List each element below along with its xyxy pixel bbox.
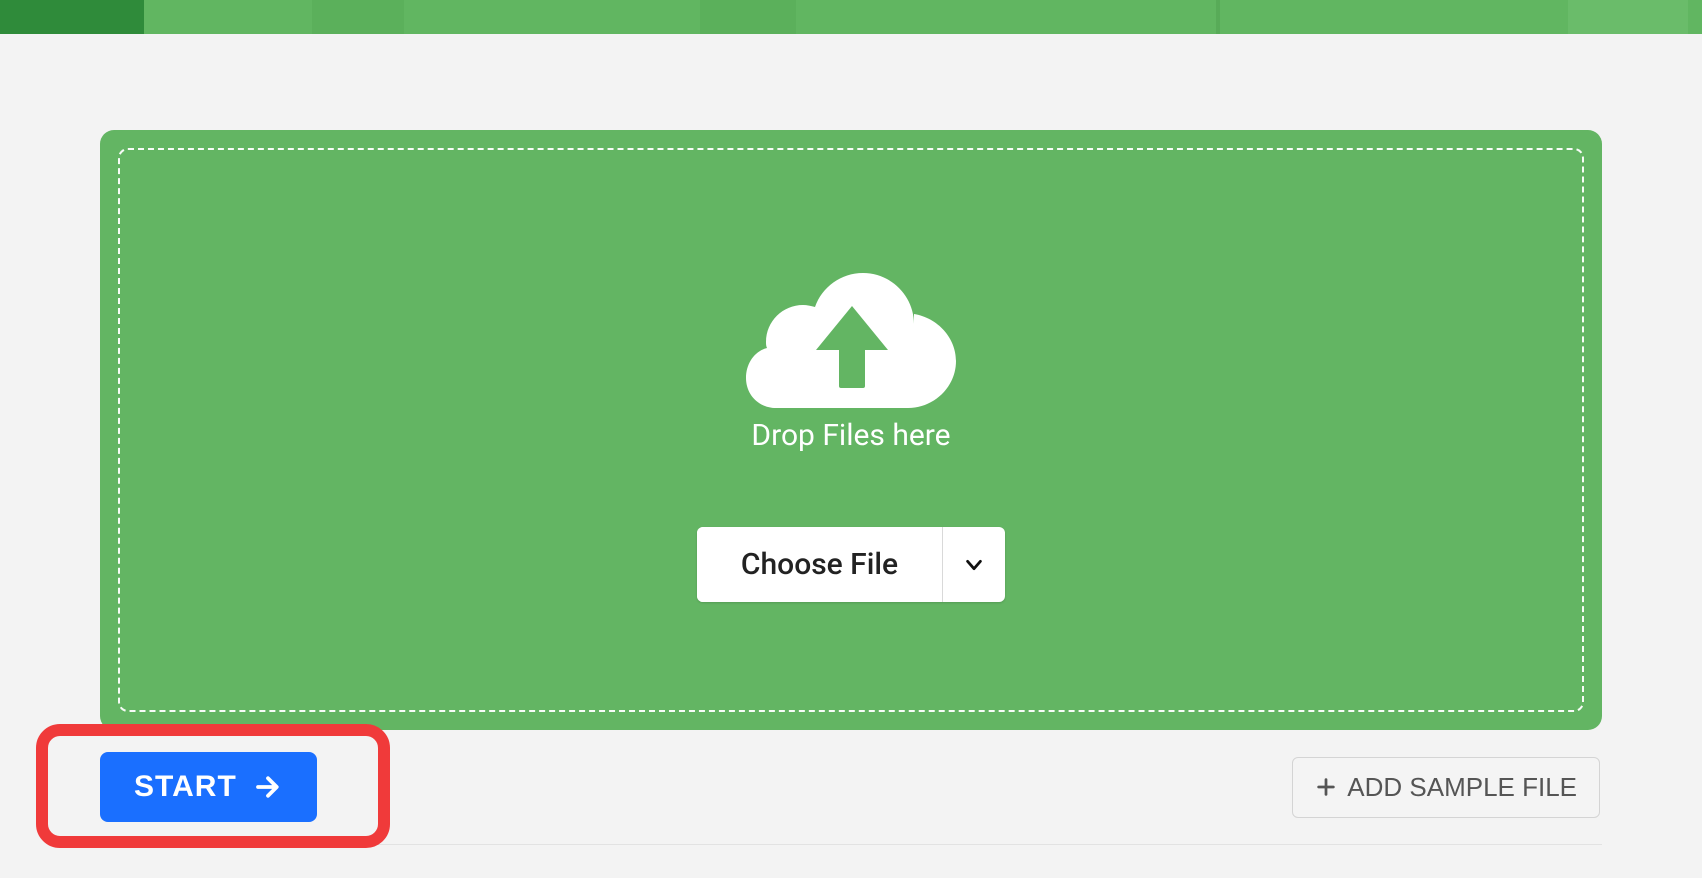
dropzone[interactable]: Drop Files here Choose File [118, 148, 1584, 712]
add-sample-file-label: ADD SAMPLE FILE [1347, 772, 1577, 803]
page: Drop Files here Choose File START [0, 130, 1702, 845]
topbar-segment [0, 0, 144, 34]
choose-file-group: Choose File [697, 527, 1005, 602]
dropzone-label: Drop Files here [751, 418, 950, 453]
arrow-right-icon [253, 772, 283, 802]
choose-file-button[interactable]: Choose File [697, 527, 943, 602]
start-button[interactable]: START [100, 752, 317, 822]
topbar-segment [1568, 0, 1688, 34]
dropzone-graphic: Drop Files here [746, 258, 956, 453]
chevron-down-icon [963, 554, 985, 576]
topbar-segment [1216, 0, 1220, 34]
choose-file-dropdown[interactable] [943, 527, 1005, 602]
divider [100, 844, 1602, 845]
top-bar [0, 0, 1702, 34]
action-row: START ADD SAMPLE FILE [100, 752, 1602, 822]
add-sample-file-button[interactable]: ADD SAMPLE FILE [1292, 757, 1600, 818]
topbar-segment [312, 0, 404, 34]
plus-icon [1315, 776, 1337, 798]
dropzone-card: Drop Files here Choose File [100, 130, 1602, 730]
cloud-upload-icon [746, 258, 956, 408]
topbar-segment [700, 0, 796, 34]
start-button-label: START [134, 770, 237, 804]
